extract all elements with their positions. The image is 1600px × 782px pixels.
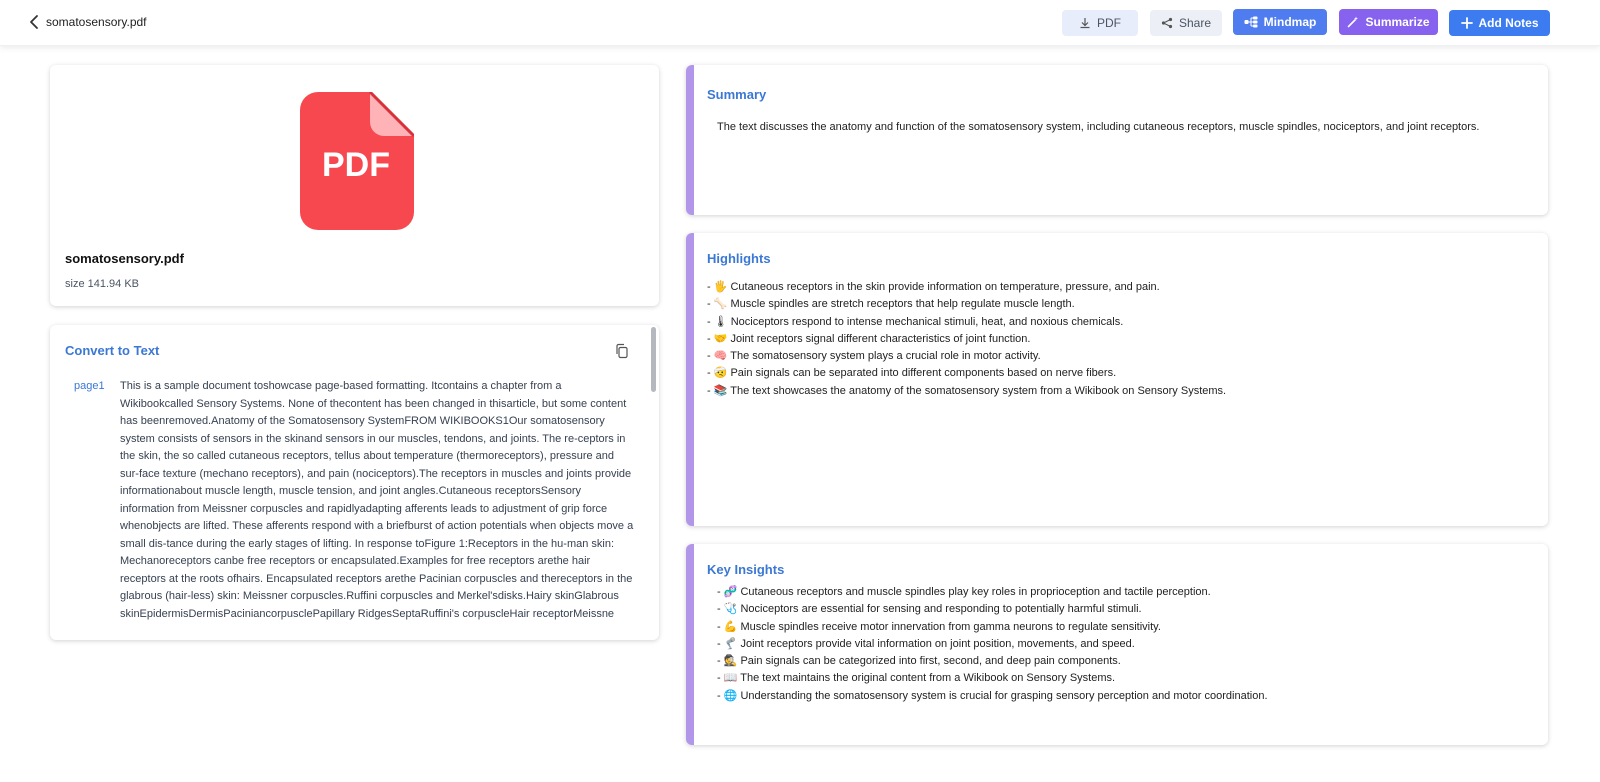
list-item: - 🤕 Pain signals can be separated into d… <box>707 367 1117 380</box>
card-accent-bar <box>686 65 694 215</box>
add-notes-button[interactable]: Add Notes <box>1449 10 1550 36</box>
summary-text: The text discusses the anatomy and funct… <box>717 121 1480 133</box>
list-item: - 🌡 Nociceptors respond to intense mecha… <box>707 315 1124 328</box>
highlights-card: Highlights - 🖐 Cutaneous receptors in th… <box>686 233 1548 526</box>
mindmap-button[interactable]: Mindmap <box>1233 9 1327 35</box>
share-icon <box>1161 17 1173 29</box>
convert-title: Convert to Text <box>65 343 160 358</box>
download-pdf-button[interactable]: PDF <box>1062 10 1138 36</box>
add-notes-button-label: Add Notes <box>1478 16 1539 30</box>
file-info-card: PDF somatosensory.pdf size 141.94 KB <box>50 65 659 306</box>
plus-icon <box>1460 17 1473 29</box>
mindmap-button-label: Mindmap <box>1263 15 1317 29</box>
list-item: - 🕵 Pain signals can be categorized into… <box>717 655 1121 668</box>
list-item: - 📖 The text maintains the original cont… <box>717 672 1116 685</box>
share-button-label: Share <box>1178 16 1212 30</box>
list-item: - 🌐 Understanding the somatosensory syst… <box>717 689 1268 702</box>
card-accent-bar <box>686 544 694 745</box>
converted-text: This is a sample document toshowcase pag… <box>120 380 634 620</box>
summarize-button-label: Summarize <box>1365 15 1430 29</box>
top-bar: somatosensory.pdf PDF Share Mindmap Summ… <box>0 0 1600 46</box>
pdf-file-icon: PDF <box>300 92 414 230</box>
file-name: somatosensory.pdf <box>65 251 184 266</box>
card-accent-bar <box>686 233 694 526</box>
summary-card: Summary The text discusses the anatomy a… <box>686 65 1548 215</box>
list-item: - 🧬 Cutaneous receptors and muscle spind… <box>717 586 1211 598</box>
list-item: - 🤝 Joint receptors signal different cha… <box>707 332 1031 345</box>
download-icon <box>1080 18 1090 29</box>
back-button[interactable] <box>26 13 44 31</box>
pdf-icon-label: PDF <box>322 146 390 184</box>
convert-to-text-card: Convert to Text page1 This is a sample d… <box>50 325 659 640</box>
mindmap-icon <box>1244 16 1258 28</box>
key-insights-card: Key Insights - 🧬 Cutaneous receptors and… <box>686 544 1548 745</box>
share-button[interactable]: Share <box>1150 10 1222 36</box>
header-file-name: somatosensory.pdf <box>46 15 147 29</box>
list-item: - 💪 Muscle spindles receive motor innerv… <box>717 620 1161 633</box>
summarize-button[interactable]: Summarize <box>1339 9 1438 35</box>
list-item: - 🖐 Cutaneous receptors in the skin prov… <box>707 281 1160 293</box>
copy-icon[interactable] <box>614 343 630 359</box>
file-size: size 141.94 KB <box>65 278 139 290</box>
highlights-title: Highlights <box>707 251 771 266</box>
list-item: - 🦴 Muscle spindles are stretch receptor… <box>707 298 1075 311</box>
scrollbar-thumb[interactable] <box>651 327 656 392</box>
list-item: - 🧠 The somatosensory system plays a cru… <box>707 350 1041 363</box>
pdf-button-label: PDF <box>1097 16 1121 30</box>
highlights-list: - 🖐 Cutaneous receptors in the skin prov… <box>707 279 1226 400</box>
page-label: page1 <box>74 380 105 392</box>
key-insights-list: - 🧬 Cutaneous receptors and muscle spind… <box>717 584 1268 705</box>
list-item: - 📚 The text showcases the anatomy of th… <box>707 384 1227 397</box>
key-insights-title: Key Insights <box>707 562 785 577</box>
list-item: - 🦿 Joint receptors provide vital inform… <box>717 637 1135 650</box>
list-item: - 🩺 Nociceptors are essential for sensin… <box>717 603 1142 616</box>
chevron-left-icon <box>30 15 38 29</box>
summary-title: Summary <box>707 87 767 102</box>
magic-wand-icon <box>1348 16 1359 28</box>
